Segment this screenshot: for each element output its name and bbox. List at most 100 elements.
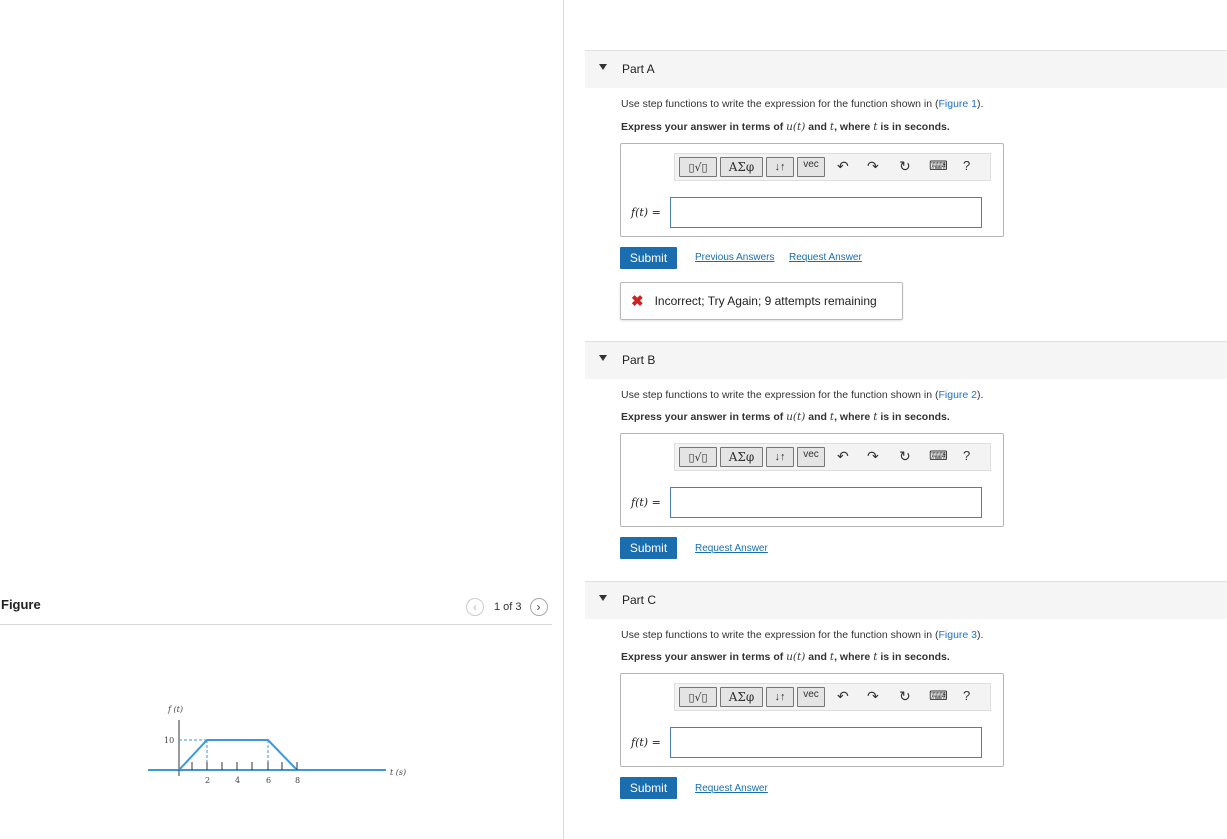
- help-button[interactable]: ?: [963, 448, 970, 463]
- instruction-text: is in seconds.: [877, 651, 950, 663]
- reset-icon[interactable]: ↻: [899, 158, 911, 175]
- instruction-text: is in seconds.: [877, 121, 950, 133]
- x-tick-6: 6: [266, 776, 271, 785]
- y-axis-label: f (t): [167, 705, 183, 714]
- help-button[interactable]: ?: [963, 688, 970, 703]
- previous-answers-link[interactable]: Previous Answers: [695, 252, 774, 263]
- part-b-answer-box: ▯√▯ ΑΣφ ↓↑ vec ↶ ↷ ↻ ⌨ ? f(t) =: [620, 433, 1004, 527]
- figure-panel: Figure ‹ 1 of 3 › f (t) 10 t (s) 2 4 6 8: [0, 0, 564, 839]
- part-c-answer-input[interactable]: [670, 727, 982, 758]
- caret-down-icon: [599, 64, 607, 70]
- figure-3-link[interactable]: Figure 3: [939, 629, 978, 641]
- part-a-question: Use step functions to write the expressi…: [621, 98, 983, 110]
- instruction-text: is in seconds.: [877, 411, 950, 423]
- part-b-instruction: Express your answer in terms of u(t) and…: [621, 411, 950, 423]
- vector-button[interactable]: vec: [797, 687, 825, 707]
- previous-figure-button[interactable]: ‹: [466, 598, 484, 616]
- part-b-submit-button[interactable]: Submit: [620, 537, 677, 559]
- part-a-submit-button[interactable]: Submit: [620, 247, 677, 269]
- error-x-icon: ✖: [631, 293, 644, 310]
- questions-panel: Part A Use step functions to write the e…: [565, 0, 1227, 839]
- request-answer-link[interactable]: Request Answer: [695, 543, 768, 554]
- caret-down-icon: [599, 595, 607, 601]
- question-suffix: ).: [977, 389, 984, 401]
- templates-button[interactable]: ▯√▯: [679, 687, 717, 707]
- part-a-answer-input[interactable]: [670, 197, 982, 228]
- instruction-text: and: [805, 411, 830, 423]
- y-tick-label: 10: [164, 736, 174, 745]
- instruction-text: Express your answer in terms of: [621, 121, 787, 133]
- question-text: Use step functions to write the expressi…: [621, 98, 939, 110]
- math-u-t: u(t): [786, 411, 806, 423]
- part-a-header[interactable]: Part A: [585, 50, 1227, 88]
- part-b-header[interactable]: Part B: [585, 341, 1227, 379]
- part-b-question: Use step functions to write the expressi…: [621, 389, 983, 401]
- vector-button[interactable]: vec: [797, 447, 825, 467]
- redo-icon[interactable]: ↷: [867, 448, 879, 465]
- question-suffix: ).: [977, 629, 984, 641]
- keyboard-icon[interactable]: ⌨: [929, 448, 948, 464]
- figure-graph: f (t) 10 t (s) 2 4 6 8: [148, 705, 406, 785]
- chevron-right-icon: ›: [536, 600, 541, 614]
- instruction-text: , where: [834, 651, 874, 663]
- chevron-left-icon: ‹: [473, 600, 477, 614]
- part-c-header[interactable]: Part C: [585, 581, 1227, 619]
- redo-icon[interactable]: ↷: [867, 158, 879, 175]
- help-button[interactable]: ?: [963, 158, 970, 173]
- request-answer-link[interactable]: Request Answer: [695, 783, 768, 794]
- instruction-text: and: [805, 121, 830, 133]
- question-text: Use step functions to write the expressi…: [621, 629, 939, 641]
- instruction-text: Express your answer in terms of: [621, 651, 787, 663]
- instruction-text: and: [805, 651, 830, 663]
- answer-label: f(t) =: [631, 736, 661, 749]
- vector-button[interactable]: vec: [797, 157, 825, 177]
- greek-symbols-button[interactable]: ΑΣφ: [720, 447, 763, 467]
- arrows-button[interactable]: ↓↑: [766, 157, 794, 177]
- undo-icon[interactable]: ↶: [837, 158, 849, 175]
- instruction-text: , where: [834, 121, 874, 133]
- greek-symbols-button[interactable]: ΑΣφ: [720, 687, 763, 707]
- feedback-message: ✖ Incorrect; Try Again; 9 attempts remai…: [620, 282, 903, 320]
- part-c-question: Use step functions to write the expressi…: [621, 629, 983, 641]
- figure-2-link[interactable]: Figure 2: [939, 389, 978, 401]
- undo-icon[interactable]: ↶: [837, 688, 849, 705]
- reset-icon[interactable]: ↻: [899, 688, 911, 705]
- instruction-text: Express your answer in terms of: [621, 411, 787, 423]
- math-toolbar: ▯√▯ ΑΣφ ↓↑ vec ↶ ↷ ↻ ⌨ ?: [674, 683, 991, 711]
- reset-icon[interactable]: ↻: [899, 448, 911, 465]
- request-answer-link[interactable]: Request Answer: [789, 252, 862, 263]
- part-a-instruction: Express your answer in terms of u(t) and…: [621, 121, 950, 133]
- x-ticks: [191, 762, 298, 770]
- redo-icon[interactable]: ↷: [867, 688, 879, 705]
- math-u-t: u(t): [786, 651, 806, 663]
- figure-1-link[interactable]: Figure 1: [939, 98, 978, 110]
- math-toolbar: ▯√▯ ΑΣφ ↓↑ vec ↶ ↷ ↻ ⌨ ?: [674, 443, 991, 471]
- templates-button[interactable]: ▯√▯: [679, 157, 717, 177]
- answer-label: f(t) =: [631, 496, 661, 509]
- figure-divider: [0, 624, 552, 625]
- function-curve: [178, 739, 298, 771]
- instruction-text: , where: [834, 411, 874, 423]
- keyboard-icon[interactable]: ⌨: [929, 688, 948, 704]
- keyboard-icon[interactable]: ⌨: [929, 158, 948, 174]
- part-c-answer-box: ▯√▯ ΑΣφ ↓↑ vec ↶ ↷ ↻ ⌨ ? f(t) =: [620, 673, 1004, 767]
- templates-button[interactable]: ▯√▯: [679, 447, 717, 467]
- part-b-answer-input[interactable]: [670, 487, 982, 518]
- part-c-instruction: Express your answer in terms of u(t) and…: [621, 651, 950, 663]
- caret-down-icon: [599, 355, 607, 361]
- math-toolbar: ▯√▯ ΑΣφ ↓↑ vec ↶ ↷ ↻ ⌨ ?: [674, 153, 991, 181]
- arrows-button[interactable]: ↓↑: [766, 447, 794, 467]
- figure-title: Figure: [1, 597, 41, 612]
- part-b-label: Part B: [622, 353, 656, 367]
- figure-page-count: 1 of 3: [494, 601, 522, 613]
- next-figure-button[interactable]: ›: [529, 598, 548, 616]
- x-tick-8: 8: [295, 776, 300, 785]
- arrows-button[interactable]: ↓↑: [766, 687, 794, 707]
- question-text: Use step functions to write the expressi…: [621, 389, 939, 401]
- x-tick-2: 2: [205, 776, 210, 785]
- x-axis-label: t (s): [390, 768, 406, 777]
- part-a-label: Part A: [622, 62, 655, 76]
- part-c-submit-button[interactable]: Submit: [620, 777, 677, 799]
- greek-symbols-button[interactable]: ΑΣφ: [720, 157, 763, 177]
- undo-icon[interactable]: ↶: [837, 448, 849, 465]
